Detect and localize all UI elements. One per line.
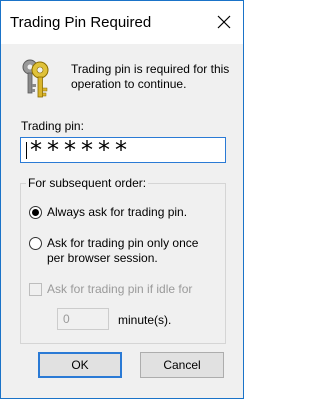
idle-ask-option: Ask for trading pin if idle for [29,282,192,297]
idle-minutes-input: 0 [57,308,109,330]
once-per-session-radio[interactable] [29,237,42,250]
dialog-title: Trading Pin Required [10,14,152,31]
close-icon [217,15,231,29]
idle-minutes-value: 0 [63,312,70,326]
trading-pin-dialog: Trading Pin Required Trading pin is requ… [0,0,244,399]
message-text: Trading pin is required for this operati… [71,62,230,91]
once-per-session-option[interactable]: Ask for trading pin only once per browse… [29,236,219,266]
text-caret [26,142,27,159]
always-ask-option[interactable]: Always ask for trading pin. [29,205,219,220]
trading-pin-input[interactable]: ****** [20,136,226,164]
cancel-button[interactable]: Cancel [140,352,224,378]
trading-pin-value: ****** [30,136,132,164]
keys-icon [22,59,49,98]
close-button[interactable] [209,7,239,37]
idle-ask-checkbox [29,283,42,296]
ok-button[interactable]: OK [38,352,122,378]
idle-ask-label: Ask for trading pin if idle for [47,282,193,296]
once-per-session-label: Ask for trading pin only once per browse… [47,236,199,265]
minutes-unit-label: minute(s). [118,313,172,327]
subsequent-order-legend: For subsequent order: [26,176,149,191]
title-bar: Trading Pin Required [1,1,243,44]
always-ask-label: Always ask for trading pin. [47,205,188,219]
trading-pin-label: Trading pin: [21,119,84,133]
always-ask-radio[interactable] [29,206,42,219]
